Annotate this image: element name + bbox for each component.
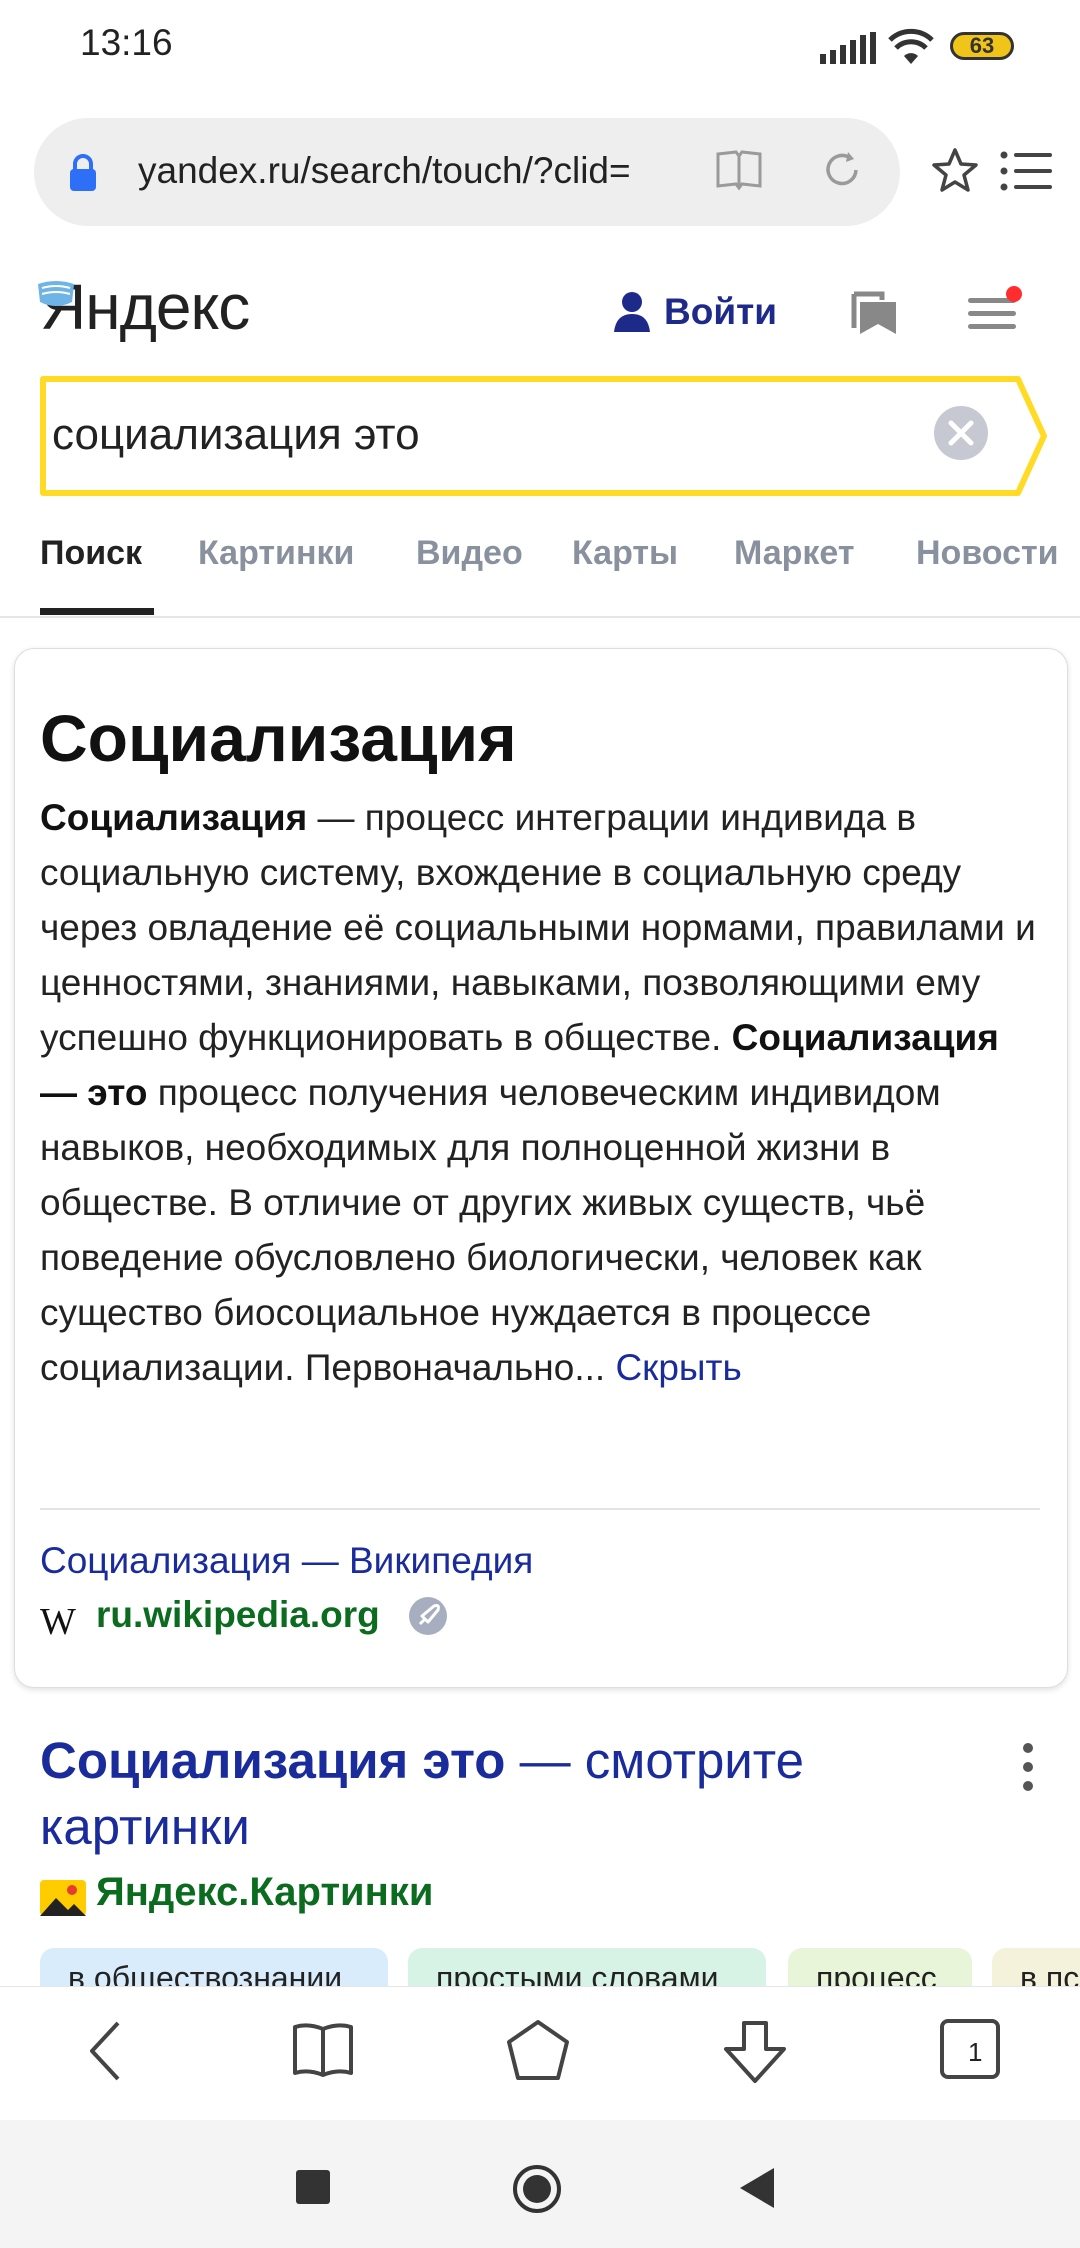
search-tabs: Поиск Картинки Видео Карты Маркет Новост… bbox=[40, 524, 1080, 620]
card-title: Социализация bbox=[40, 701, 517, 775]
tab-market[interactable]: Маркет bbox=[734, 534, 855, 573]
bookmark-star-icon[interactable] bbox=[930, 146, 980, 196]
user-icon bbox=[614, 292, 650, 332]
tab-maps[interactable]: Карты bbox=[572, 534, 678, 573]
system-navigation-bar bbox=[0, 2120, 1080, 2248]
notification-dot bbox=[1006, 286, 1022, 302]
card-text-2: процесс получения человеческим индивидом… bbox=[40, 1072, 941, 1388]
battery-indicator: 63 bbox=[950, 32, 1014, 60]
lock-icon bbox=[70, 154, 96, 191]
search-input[interactable]: социализация это bbox=[52, 410, 420, 460]
result-title-link[interactable]: Социализация это — смотрите картинки bbox=[40, 1728, 960, 1860]
login-label: Войти bbox=[664, 291, 777, 332]
login-button[interactable]: Войти bbox=[612, 290, 777, 334]
tab-images[interactable]: Картинки bbox=[198, 534, 354, 573]
address-bar[interactable]: yandex.ru/search/touch/?clid= bbox=[34, 118, 900, 226]
yandex-images-icon bbox=[40, 1880, 86, 1916]
face-mask-icon bbox=[38, 281, 74, 306]
wifi-icon bbox=[888, 28, 934, 64]
tab-switcher-icon[interactable]: 1 bbox=[940, 2019, 1000, 2079]
wikipedia-icon: W bbox=[40, 1601, 76, 1643]
tab-count: 1 bbox=[968, 2037, 983, 2067]
back-triangle-icon[interactable] bbox=[738, 2166, 776, 2210]
reload-icon[interactable] bbox=[820, 148, 864, 192]
recents-square-icon[interactable] bbox=[296, 2170, 330, 2204]
signal-icon bbox=[820, 32, 876, 64]
more-options-icon[interactable] bbox=[1020, 1742, 1036, 1792]
tab-news[interactable]: Новости bbox=[916, 534, 1059, 573]
card-divider bbox=[40, 1508, 1040, 1510]
url-text[interactable]: yandex.ru/search/touch/?clid= bbox=[138, 150, 698, 192]
browser-toolbar: 1 bbox=[0, 1986, 1080, 2121]
card-source-link[interactable]: Социализация — Википедия bbox=[40, 1540, 533, 1582]
hamburger-menu-icon[interactable] bbox=[968, 286, 1022, 334]
collections-icon[interactable] bbox=[850, 288, 900, 338]
status-icons: 63 bbox=[820, 26, 1080, 70]
home-icon[interactable] bbox=[506, 2019, 570, 2081]
result-title-bold: Социализация это bbox=[40, 1732, 506, 1789]
clear-search-icon[interactable] bbox=[932, 404, 990, 462]
card-description: Социализация — процесс интеграции индиви… bbox=[40, 790, 1040, 1395]
rocket-icon bbox=[409, 1597, 447, 1635]
reader-mode-icon[interactable] bbox=[714, 148, 764, 192]
active-tab-indicator bbox=[40, 608, 154, 615]
battery-level: 63 bbox=[969, 33, 995, 58]
tab-search[interactable]: Поиск bbox=[40, 534, 142, 573]
hide-link[interactable]: Скрыть bbox=[615, 1347, 741, 1388]
tab-video[interactable]: Видео bbox=[416, 534, 523, 573]
back-icon[interactable] bbox=[86, 2019, 126, 2083]
tabs-divider bbox=[0, 616, 1080, 618]
download-icon[interactable] bbox=[722, 2019, 788, 2085]
status-time: 13:16 bbox=[80, 22, 173, 63]
menu-list-icon[interactable] bbox=[1000, 150, 1052, 192]
result-source[interactable]: Яндекс.Картинки bbox=[96, 1870, 433, 1915]
status-bar: 13:16 63 bbox=[0, 0, 1080, 100]
bookmarks-book-icon[interactable] bbox=[292, 2019, 354, 2079]
card-source-domain[interactable]: ru.wikipedia.org bbox=[96, 1594, 380, 1636]
card-text-bold-1: Социализация bbox=[40, 797, 308, 838]
home-circle-icon[interactable] bbox=[512, 2164, 562, 2214]
